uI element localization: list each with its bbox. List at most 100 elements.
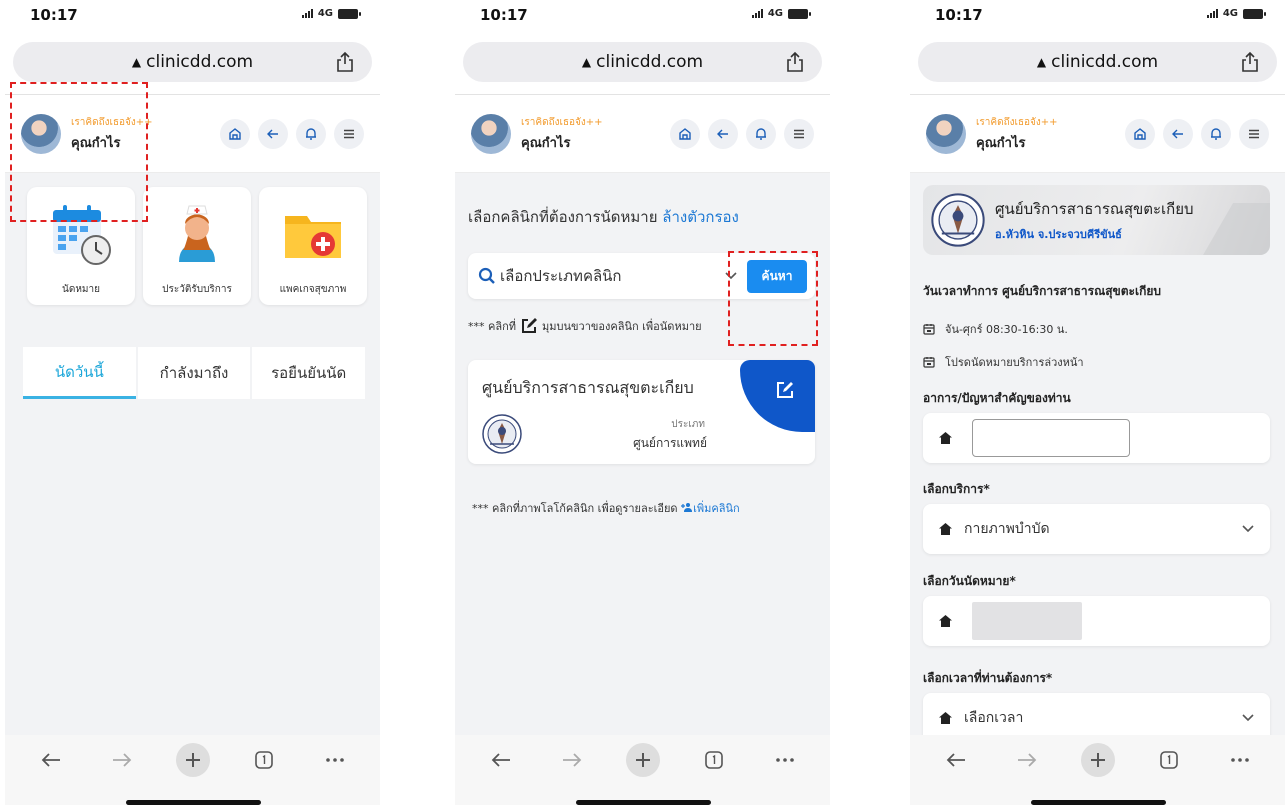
menu-label: แพคเกจสุขภาพ — [279, 284, 347, 295]
signal-icon — [751, 9, 763, 18]
app-content: เราคิดถึงเธอจัง++ คุณกำไร เลือกคลินิกที่… — [455, 94, 830, 735]
more-button[interactable] — [315, 744, 355, 776]
hamburger-icon — [1249, 129, 1259, 138]
address-bar[interactable]: ▲ clinicdd.com — [918, 42, 1277, 82]
tab-switcher-button[interactable] — [1149, 744, 1189, 776]
app-header: เราคิดถึงเธอจัง++ คุณกำไร — [455, 95, 830, 173]
status-bar: 10:17 4G — [910, 0, 1285, 34]
edit-hint: *** คลิกที่ มุมบนขวาของคลินิก เพื่อนัดหม… — [468, 317, 702, 335]
health-folder-icon — [281, 202, 345, 266]
title-text: เลือกคลินิกที่ต้องการนัดหมาย — [468, 208, 658, 226]
menu-service-history[interactable]: ประวัติรับบริการ — [143, 187, 251, 305]
browser-toolbar — [910, 735, 1285, 805]
arrow-right-icon — [1017, 753, 1036, 767]
date-input[interactable] — [972, 602, 1082, 640]
ellipsis-icon — [775, 758, 794, 762]
clinic-name: ศูนย์บริการสาธารณสุขตะเกียบ — [995, 200, 1194, 218]
battery-icon — [788, 8, 811, 19]
browser-forward-button[interactable] — [1007, 744, 1047, 776]
hours-item: จัน-ศุกร์ 08:30-16:30 น. — [923, 320, 1068, 338]
notification-button[interactable] — [1201, 118, 1231, 149]
menu-button[interactable] — [1239, 118, 1269, 149]
new-tab-button[interactable] — [173, 743, 213, 777]
user-name: คุณกำไร — [976, 135, 1026, 151]
share-icon[interactable] — [336, 51, 354, 73]
app-content: เราคิดถึงเธอจัง++ คุณกำไร ศูนย์บริการสาธ… — [910, 94, 1285, 735]
browser-forward-button[interactable] — [102, 744, 142, 776]
service-label: เลือกบริการ* — [923, 482, 990, 496]
home-button[interactable] — [670, 118, 700, 149]
back-button[interactable] — [258, 118, 288, 149]
home-icon — [229, 127, 241, 140]
back-button[interactable] — [1163, 118, 1193, 149]
tab-upcoming[interactable]: กำลังมาถึง — [137, 347, 251, 399]
home-icon — [939, 523, 952, 535]
more-button[interactable] — [765, 744, 805, 776]
home-button[interactable] — [1125, 118, 1155, 149]
add-clinic-link[interactable]: เพิ่มคลินิก — [681, 502, 740, 515]
clinic-logo[interactable] — [482, 414, 522, 454]
time-select[interactable]: เลือกเวลา — [923, 693, 1270, 735]
chevron-down-icon — [1242, 714, 1254, 722]
browser-forward-button[interactable] — [552, 744, 592, 776]
highlight-appointment — [10, 82, 148, 222]
arrow-left-icon — [946, 753, 965, 767]
back-button[interactable] — [708, 118, 738, 149]
arrow-left-icon — [717, 129, 728, 138]
add-user-icon — [681, 503, 693, 512]
calendar-icon — [923, 357, 935, 368]
address-bar[interactable]: ▲ clinicdd.com — [13, 42, 372, 82]
new-tab-button[interactable] — [1078, 743, 1118, 777]
avatar[interactable] — [471, 113, 511, 154]
app-header: เราคิดถึงเธอจัง++ คุณกำไร — [910, 95, 1285, 173]
status-bar: 10:17 4G — [5, 0, 380, 34]
clinic-type-select[interactable]: เลือกประเภทคลินิก — [500, 264, 622, 288]
share-icon[interactable] — [1241, 51, 1259, 73]
service-select[interactable]: กายภาพบำบัด — [923, 504, 1270, 554]
home-icon — [939, 615, 952, 627]
header-actions — [1125, 118, 1269, 149]
battery-icon — [338, 8, 361, 19]
date-field — [923, 596, 1270, 646]
menu-label: ประวัติรับบริการ — [162, 284, 232, 295]
tab-switcher-button[interactable] — [694, 744, 734, 776]
search-icon — [478, 267, 495, 284]
book-appointment-button[interactable] — [740, 360, 815, 432]
clinic-info: ศูนย์บริการสาธารณสุขตะเกียบ อ.หัวหิน จ.ป… — [995, 197, 1194, 243]
more-button[interactable] — [1220, 744, 1260, 776]
status-time: 10:17 — [935, 6, 983, 24]
logo-hint: *** คลิกที่ภาพโลโก้คลินิก เพื่อดูรายละเอ… — [472, 499, 740, 517]
url-domain: ▲ clinicdd.com — [582, 52, 703, 72]
menu-button[interactable] — [334, 118, 364, 149]
site-icon: ▲ — [131, 55, 142, 69]
hamburger-icon — [794, 129, 804, 138]
menu-health-package[interactable]: แพคเกจสุขภาพ — [259, 187, 367, 305]
address-bar[interactable]: ▲ clinicdd.com — [463, 42, 822, 82]
browser-back-button[interactable] — [31, 744, 71, 776]
home-button[interactable] — [220, 118, 250, 149]
arrow-right-icon — [112, 753, 131, 767]
tab-today[interactable]: นัดวันนี้ — [23, 347, 136, 399]
notification-button[interactable] — [296, 118, 326, 149]
logo-hint-text: *** คลิกที่ภาพโลโก้คลินิก เพื่อดูรายละเอ… — [472, 502, 678, 515]
phone-screen-home: 10:17 4G ▲ clinicdd.com เราคิดถึงเธอจัง++… — [5, 0, 380, 805]
menu-button[interactable] — [784, 118, 814, 149]
time-label: เลือกเวลาที่ท่านต้องการ* — [923, 671, 1053, 685]
clear-filter-link[interactable]: ล้างตัวกรอง — [662, 208, 739, 226]
home-icon — [679, 127, 691, 140]
avatar[interactable] — [926, 113, 966, 154]
hours-text: จัน-ศุกร์ 08:30-16:30 น. — [945, 323, 1068, 336]
browser-back-button[interactable] — [936, 744, 976, 776]
notification-button[interactable] — [746, 118, 776, 149]
bell-icon — [756, 127, 766, 140]
arrow-left-icon — [491, 753, 510, 767]
tab-pending[interactable]: รอยืนยันนัด — [252, 347, 366, 399]
menu-label: นัดหมาย — [62, 284, 100, 295]
clinic-logo[interactable] — [931, 193, 985, 247]
browser-back-button[interactable] — [481, 744, 521, 776]
tab-switcher-button[interactable] — [244, 744, 284, 776]
clinic-type: ศูนย์การแพทย์ — [633, 436, 707, 450]
symptom-input[interactable] — [972, 419, 1130, 457]
share-icon[interactable] — [786, 51, 804, 73]
new-tab-button[interactable] — [623, 743, 663, 777]
